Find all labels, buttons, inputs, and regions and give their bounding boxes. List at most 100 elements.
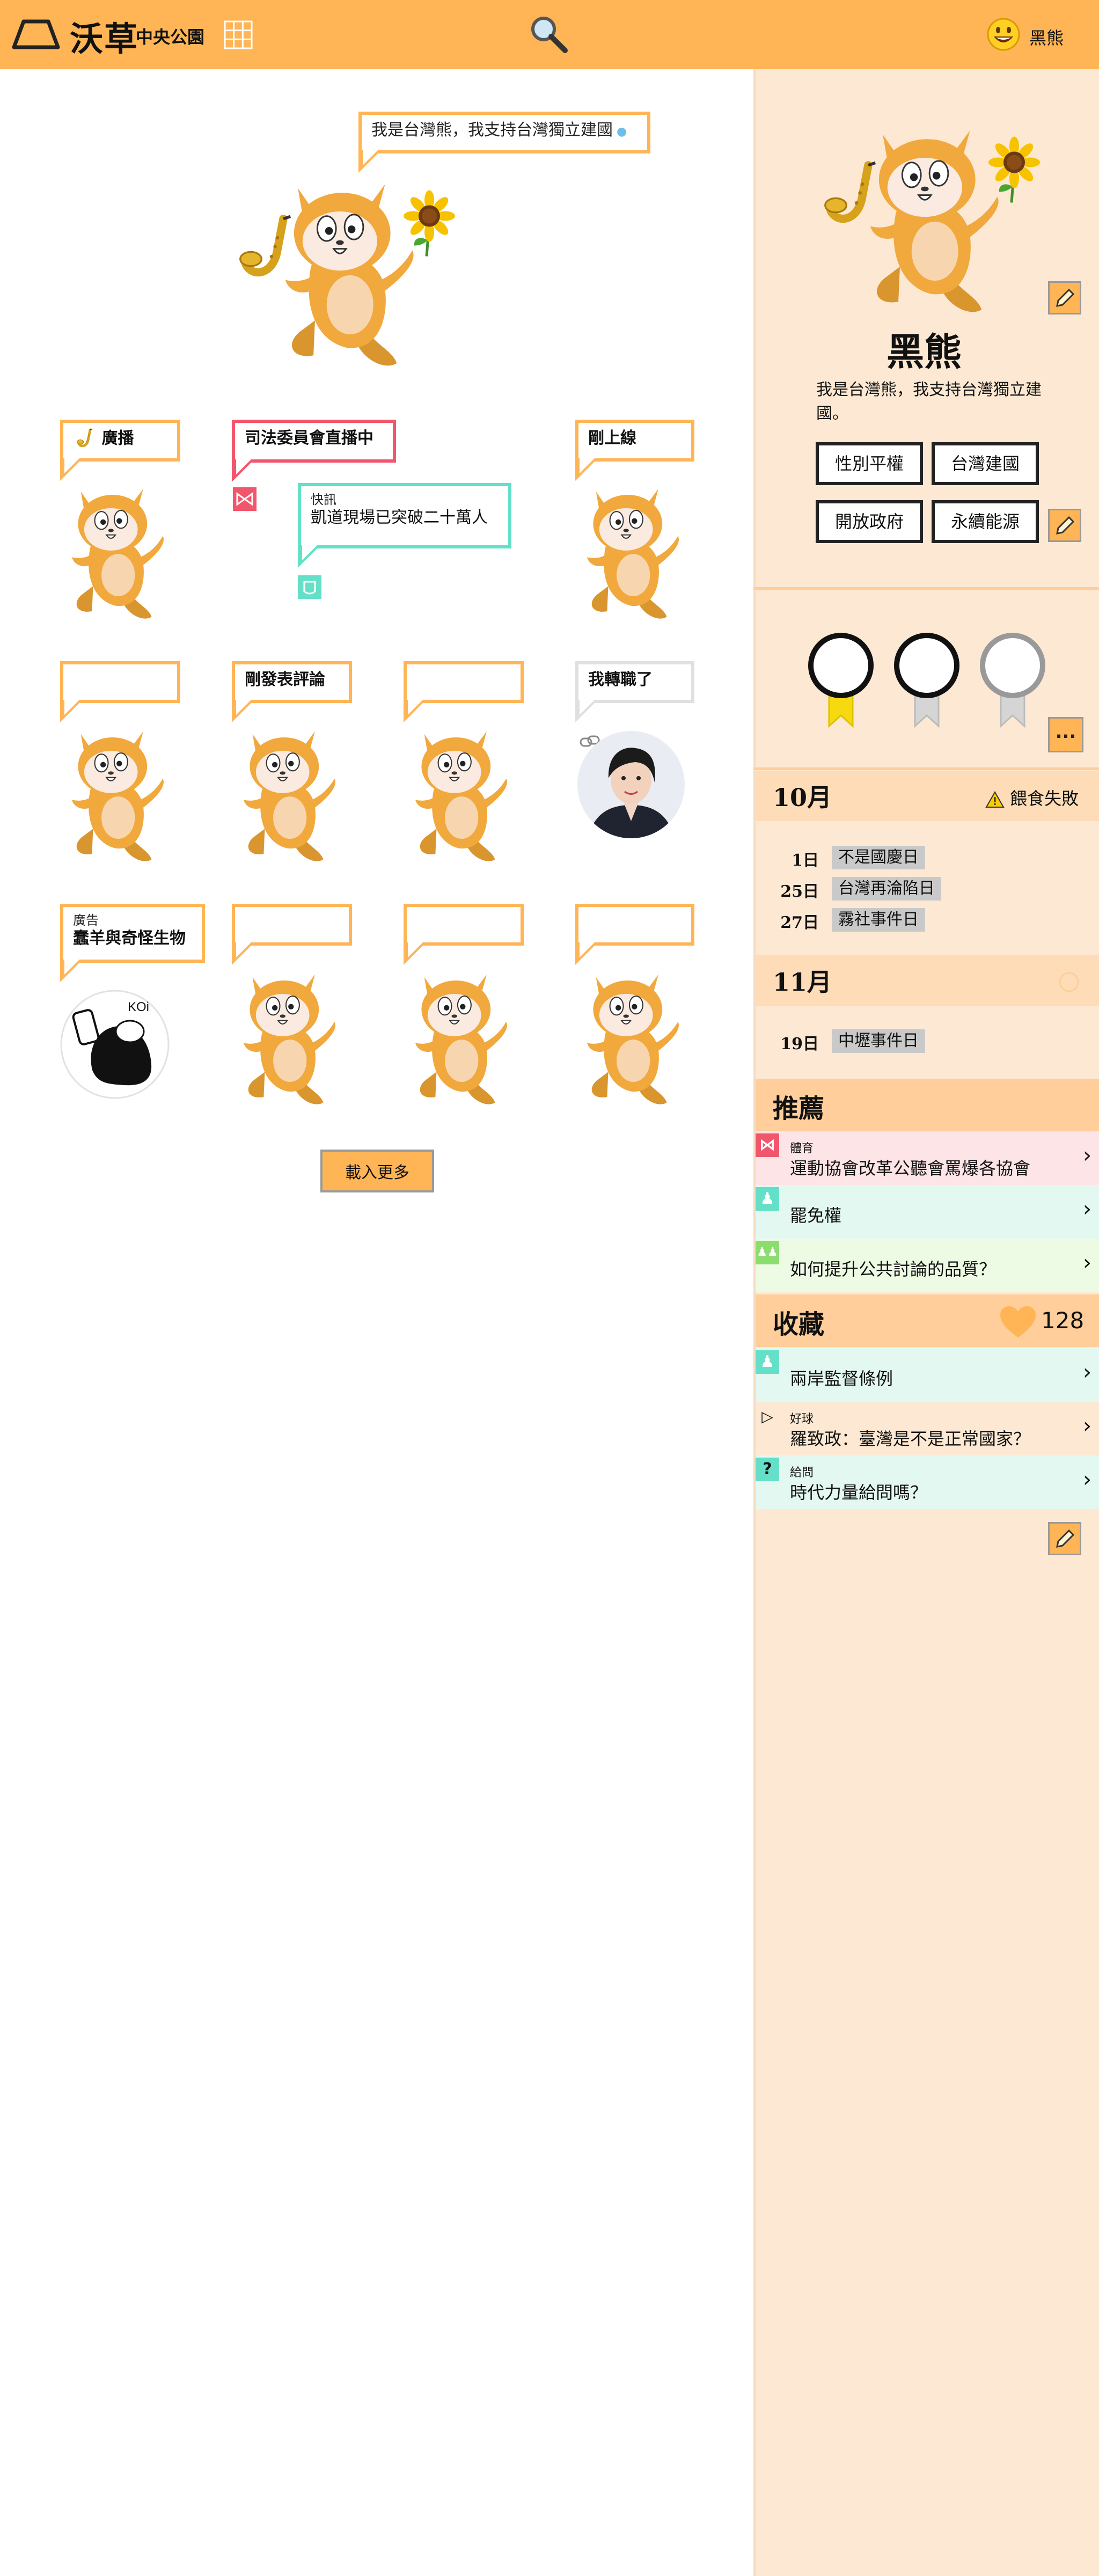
recommend-item[interactable]: ♟ 罷免權 › [756,1185,1099,1239]
feed-label: 司法委員會直播中 [245,429,373,448]
feed-mascot[interactable] [54,723,177,868]
hero-bubble-text: 我是台灣熊，我支持台灣獨立建國 [371,121,613,140]
feed-bubble[interactable] [60,661,180,722]
medal-silver-icon [894,633,959,728]
calendar-day: 19日 [780,1035,819,1053]
feed-label: 凱道現場已突破二十萬人 [311,508,488,527]
profile-tag[interactable]: 永續能源 [932,500,1039,543]
medal-gold-icon [808,633,874,728]
profile-tag[interactable]: 台灣建國 [932,442,1039,485]
recommend-title: 推薦 [773,1094,825,1124]
feed-bubble[interactable] [575,904,694,965]
pencil-icon [1056,288,1075,307]
favorite-item-title: 兩岸監督條例 [790,1368,893,1389]
chevron-right-icon: › [1083,1197,1091,1221]
feed-bubble-ad[interactable]: 廣告 蠢羊與奇怪生物 [60,904,205,982]
app-subtitle[interactable]: 中央公園 [136,24,204,48]
feed-mascot[interactable] [397,723,521,868]
feed-bubble-live[interactable]: 司法委員會直播中 [232,420,396,482]
bowtie-icon: ⋈ [756,1133,779,1157]
ad-image-text: KOi [128,1000,149,1014]
chevron-right-icon: › [1083,1414,1091,1438]
calendar-day: 1日 [792,851,819,870]
hero-speech-bubble: 我是台灣熊，我支持台灣獨立建國 ● [358,112,650,173]
app-title[interactable]: 沃草 [70,12,138,60]
favorite-item[interactable]: ♟ 兩岸監督條例 › [756,1348,1099,1402]
pencil-icon [1056,1529,1075,1548]
feed-label: 廣播 [101,429,134,448]
feed-label: 蠢羊與奇怪生物 [73,929,186,948]
heart-icon [1000,1306,1036,1337]
pencil-icon [1056,516,1075,535]
play-icon: ▷ [761,1408,773,1425]
feed-mascot[interactable] [225,723,349,868]
top-bar: 沃草 中央公園 黑熊 [0,0,1099,69]
search-icon[interactable] [529,14,569,55]
favorites-title: 收藏 [773,1309,825,1340]
more-medals-button[interactable]: ... [1048,717,1083,752]
profile-mascot [800,129,1057,313]
user-avatar-icon[interactable] [986,17,1021,52]
feed-kind: 廣告 [73,913,99,928]
favorites-count: 128 [1041,1307,1085,1334]
feed-bubble-online[interactable]: 剛上線 [575,420,694,481]
feed-mascot[interactable] [569,966,692,1111]
medal-silver-icon [980,633,1045,728]
favorite-item[interactable]: ▷ 好球 羅致政：臺灣是不是正常國家？ › [756,1402,1099,1455]
recommend-item[interactable]: ♟♟ 如何提升公共討論的品質？ › [756,1239,1099,1292]
ad-image[interactable]: KOi [60,990,170,1099]
feed-bubble-news[interactable]: 快訊 凱道現場已突破二十萬人 [298,483,511,568]
calendar-event[interactable]: 台灣再淪陷日 [832,877,941,901]
feed-mascot[interactable] [569,480,692,625]
sidebar-divider [753,767,1099,770]
favorite-item-category: 給問 [790,1466,814,1480]
edit-favorites-button[interactable] [1048,1522,1081,1555]
recommend-item[interactable]: ⋈ 體育 運動協會改革公聽會罵爆各協會 › [756,1131,1099,1185]
favorite-item[interactable]: ? 給問 時代力量給問嗎？ › [756,1455,1099,1509]
edit-profile-button[interactable] [1048,509,1081,542]
cup-icon [298,575,321,599]
chevron-right-icon: › [1083,1360,1091,1385]
chevron-right-icon: › [1083,1250,1091,1275]
calendar-day: 27日 [780,913,819,932]
feed-bubble-broadcast[interactable]: 廣播 [60,420,180,481]
calendar-month: 11月 [773,968,832,997]
favorite-item-title: 時代力量給問嗎？ [790,1482,928,1503]
feed-bubble-job[interactable]: 我轉職了 [575,661,694,722]
moon-icon [1059,972,1079,992]
load-more-button[interactable]: 載入更多 [320,1150,434,1192]
people-icon: ♟♟ [756,1241,779,1264]
edit-avatar-button[interactable] [1048,281,1081,314]
feed-bubble[interactable] [232,904,352,965]
feed-mascot[interactable] [397,966,521,1111]
saxophone-icon [73,428,97,450]
feed-kind: 快訊 [311,492,336,507]
question-icon: ? [756,1458,779,1481]
favorite-item-title: 羅致政：臺灣是不是正常國家？ [790,1429,1031,1449]
person-icon: ♟ [756,1187,779,1211]
grid-icon[interactable] [224,20,253,49]
feed-bubble[interactable] [404,661,524,722]
feed-mascot[interactable] [54,480,177,625]
calendar-month: 10月 [773,783,832,812]
profile-tag[interactable]: 開放政府 [816,500,923,543]
feed-bubble-comment[interactable]: 剛發表評論 [232,661,352,722]
warning-icon [985,791,1005,808]
chevron-right-icon: › [1083,1143,1091,1168]
recommend-item-title: 罷免權 [790,1205,842,1226]
calendar-event[interactable]: 霧社事件日 [832,908,925,932]
calendar-alert: 餵食失敗 [985,785,1079,810]
feed-mascot[interactable] [225,966,349,1111]
feed-label: 剛上線 [588,429,636,448]
calendar-event[interactable]: 中壢事件日 [832,1029,925,1053]
calendar-alert-text: 餵食失敗 [1010,788,1079,809]
feed-label: 剛發表評論 [245,670,325,689]
calendar-event[interactable]: 不是國慶日 [832,846,925,869]
feed-bubble[interactable] [404,904,524,965]
user-name[interactable]: 黑熊 [1029,25,1064,49]
person-icon: ♟ [756,1350,779,1374]
avatar[interactable] [576,730,686,839]
sidebar-divider [753,587,1099,590]
logo-icon[interactable] [12,19,60,49]
profile-tag[interactable]: 性別平權 [816,442,923,485]
